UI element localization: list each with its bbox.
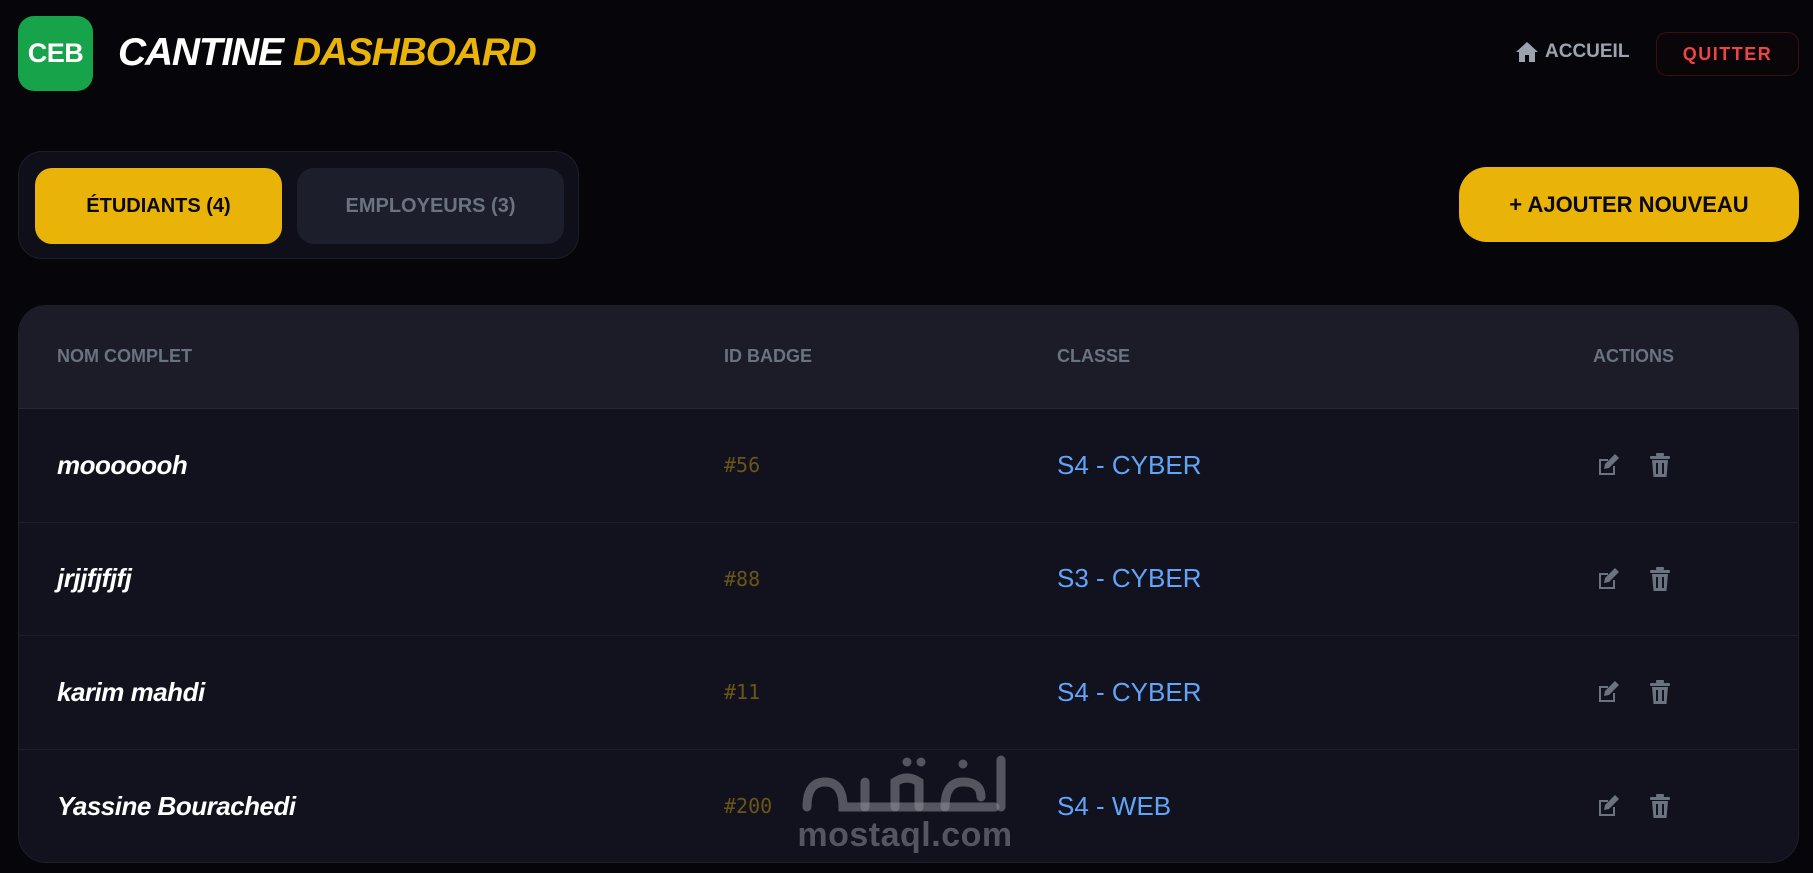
app-title-part1: CANTINE xyxy=(118,31,284,74)
trash-icon[interactable] xyxy=(1645,791,1675,821)
row-classe: S3 - CYBER xyxy=(1057,563,1202,594)
trash-icon[interactable] xyxy=(1645,450,1675,480)
table-body: mooooooh #56 S4 - CYBER jrjjfjfjfj #88 S… xyxy=(19,409,1798,863)
students-table: NOM COMPLET ID BADGE CLASSE ACTIONS mooo… xyxy=(18,305,1799,863)
row-actions xyxy=(1593,750,1675,863)
app-logo: CEB xyxy=(18,16,93,91)
row-badge-id: #88 xyxy=(724,566,761,591)
row-name: karim mahdi xyxy=(57,676,205,707)
column-header-name: NOM COMPLET xyxy=(57,346,192,366)
table-row: Yassine Bourachedi #200 S4 - WEB xyxy=(19,750,1798,863)
edit-icon[interactable] xyxy=(1593,564,1623,594)
edit-icon[interactable] xyxy=(1593,677,1623,707)
column-header-badge: ID BADGE xyxy=(724,346,813,366)
tab-employeurs[interactable]: EMPLOYEURS (3) xyxy=(297,168,564,244)
edit-icon[interactable] xyxy=(1593,791,1623,821)
table-header: NOM COMPLET ID BADGE CLASSE ACTIONS xyxy=(19,306,1798,409)
top-header: CEB CANTINE DASHBOARD ACCUEIL QUITTER xyxy=(0,0,1813,106)
add-new-button[interactable]: + AJOUTER NOUVEAU xyxy=(1459,167,1799,242)
row-badge-id: #56 xyxy=(724,453,761,478)
tab-etudiants[interactable]: ÉTUDIANTS (4) xyxy=(35,168,282,244)
table-row: jrjjfjfjfj #88 S3 - CYBER xyxy=(19,523,1798,636)
row-classe: S4 - CYBER xyxy=(1057,449,1202,480)
row-classe: S4 - CYBER xyxy=(1057,676,1202,707)
table-row: mooooooh #56 S4 - CYBER xyxy=(19,409,1798,523)
trash-icon[interactable] xyxy=(1645,564,1675,594)
home-link-label: ACCUEIL xyxy=(1545,41,1630,62)
table-row: karim mahdi #11 S4 - CYBER xyxy=(19,636,1798,750)
row-badge-id: #200 xyxy=(724,794,773,819)
row-classe: S4 - WEB xyxy=(1057,790,1172,821)
row-badge-id: #11 xyxy=(724,680,761,705)
row-actions xyxy=(1593,409,1675,522)
quit-button[interactable]: QUITTER xyxy=(1656,32,1799,76)
row-name: Yassine Bourachedi xyxy=(57,790,296,821)
trash-icon[interactable] xyxy=(1645,677,1675,707)
row-name: jrjjfjfjfj xyxy=(57,563,132,594)
app-title-part2: DASHBOARD xyxy=(292,31,537,74)
tab-bar: ÉTUDIANTS (4) EMPLOYEURS (3) xyxy=(18,151,579,259)
home-link[interactable]: ACCUEIL xyxy=(1515,38,1629,66)
column-header-actions: ACTIONS xyxy=(1593,346,1674,366)
row-name: mooooooh xyxy=(57,449,188,480)
home-icon xyxy=(1516,42,1538,62)
edit-icon[interactable] xyxy=(1593,450,1623,480)
row-actions xyxy=(1593,523,1675,636)
column-header-classe: CLASSE xyxy=(1057,346,1131,366)
row-actions xyxy=(1593,636,1675,749)
app-title: CANTINE DASHBOARD xyxy=(118,28,537,78)
